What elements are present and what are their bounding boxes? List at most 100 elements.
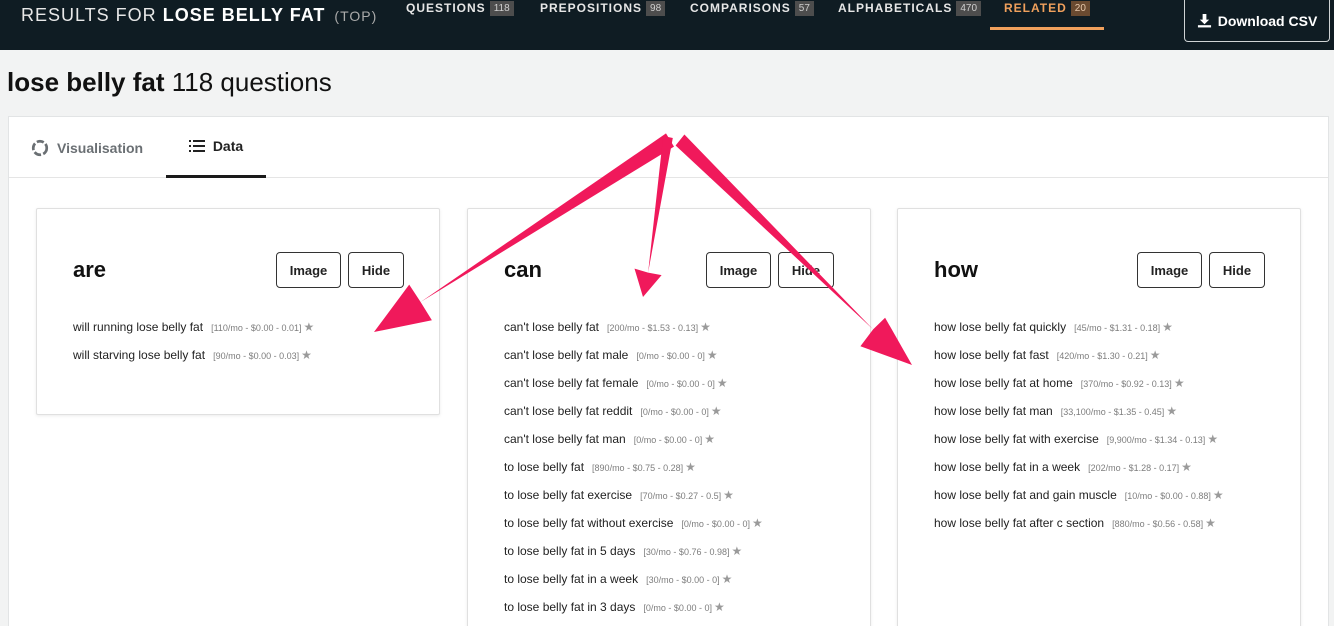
donut-chart-icon: [31, 139, 49, 156]
tab-label: Data: [212, 138, 244, 154]
star-icon[interactable]: ★: [1162, 320, 1173, 334]
list-item[interactable]: how lose belly fat with exercise [9,900/m…: [934, 429, 1234, 451]
star-icon[interactable]: ★: [717, 376, 728, 390]
list-item[interactable]: to lose belly fat exercise [70/mo - $0.27…: [504, 485, 804, 507]
question-metrics: [45/mo - $1.31 - 0.18]: [1074, 323, 1161, 333]
count-badge: 470: [956, 1, 982, 16]
list-item[interactable]: can't lose belly fat man [0/mo - $0.00 - …: [504, 429, 804, 451]
question-metrics: [890/mo - $0.75 - 0.28]: [592, 463, 684, 473]
star-icon[interactable]: ★: [1205, 516, 1216, 530]
star-icon[interactable]: ★: [1150, 348, 1161, 362]
list-item[interactable]: will starving lose belly fat [90/mo - $0.…: [73, 345, 373, 367]
nav-tab-questions[interactable]: QUESTIONS 118: [406, 0, 514, 30]
question-text: how lose belly fat man: [934, 404, 1053, 418]
star-icon[interactable]: ★: [303, 320, 314, 334]
image-button[interactable]: Image: [276, 252, 341, 288]
list-item[interactable]: can't lose belly fat female [0/mo - $0.00…: [504, 373, 804, 395]
list-item[interactable]: how lose belly fat in a week [202/mo - $1…: [934, 457, 1234, 479]
star-icon[interactable]: ★: [1181, 460, 1192, 474]
tab-label: Visualisation: [57, 139, 144, 156]
star-icon[interactable]: ★: [731, 544, 742, 558]
star-icon[interactable]: ★: [1174, 376, 1185, 390]
question-metrics: [0/mo - $0.00 - 0]: [636, 351, 705, 361]
nav-tab-alphabeticals[interactable]: ALPHABETICALS 470: [838, 0, 982, 30]
list-item[interactable]: to lose belly fat in a week [30/mo - $0.0…: [504, 569, 804, 591]
question-text: to lose belly fat without exercise: [504, 516, 674, 530]
download-csv-label: Download CSV: [1217, 12, 1318, 29]
question-text: can't lose belly fat female: [504, 376, 639, 390]
question-text: will running lose belly fat: [73, 320, 204, 334]
results-title: RESULTS FOR LOSE BELLY FAT (TOP): [21, 5, 377, 26]
image-button[interactable]: Image: [706, 252, 771, 288]
list-item[interactable]: to lose belly fat in 3 days [0/mo - $0.00…: [504, 597, 804, 619]
question-metrics: [200/mo - $1.53 - 0.13]: [607, 323, 699, 333]
question-text: can't lose belly fat man: [504, 432, 626, 446]
list-item[interactable]: can't lose belly fat reddit [0/mo - $0.00…: [504, 401, 804, 423]
list-item[interactable]: how lose belly fat man [33,100/mo - $1.35…: [934, 401, 1234, 423]
star-icon[interactable]: ★: [301, 348, 312, 362]
nav-tab-label: COMPARISONS: [690, 1, 791, 15]
list-item[interactable]: can't lose belly fat male [0/mo - $0.00 -…: [504, 345, 804, 367]
question-metrics: [880/mo - $0.56 - 0.58]: [1112, 519, 1204, 529]
list-item[interactable]: how lose belly fat after c section [880/m…: [934, 513, 1234, 535]
star-icon[interactable]: ★: [1207, 432, 1218, 446]
card-how: how Image Hide how lose belly fat quickl…: [897, 208, 1301, 626]
star-icon[interactable]: ★: [752, 516, 763, 530]
page-title: lose belly fat 118 questions: [7, 67, 332, 98]
question-text: how lose belly fat in a week: [934, 460, 1081, 474]
list-item[interactable]: to lose belly fat in 5 days [30/mo - $0.7…: [504, 541, 804, 563]
question-text: to lose belly fat in 5 days: [504, 544, 636, 558]
question-text: how lose belly fat at home: [934, 376, 1073, 390]
list-item[interactable]: can't lose belly fat [200/mo - $1.53 - 0.…: [504, 317, 804, 339]
star-icon[interactable]: ★: [700, 320, 711, 334]
card-title: can: [504, 257, 542, 282]
hide-button[interactable]: Hide: [348, 252, 404, 288]
top-bar: RESULTS FOR LOSE BELLY FAT (TOP) QUESTIO…: [0, 0, 1334, 50]
list-item[interactable]: will running lose belly fat [110/mo - $0.…: [73, 317, 373, 339]
star-icon[interactable]: ★: [722, 572, 733, 586]
nav-tab-prepositions[interactable]: PREPOSITIONS 98: [540, 0, 666, 30]
question-metrics: [0/mo - $0.00 - 0]: [646, 379, 715, 389]
results-mode: (TOP): [334, 8, 378, 24]
question-metrics: [10/mo - $0.00 - 0.88]: [1124, 491, 1211, 501]
question-metrics: [0/mo - $0.00 - 0]: [640, 407, 709, 417]
question-text: can't lose belly fat reddit: [504, 404, 633, 418]
question-text: to lose belly fat: [504, 460, 585, 474]
star-icon[interactable]: ★: [714, 600, 725, 614]
list-item[interactable]: to lose belly fat [890/mo - $0.75 - 0.28]…: [504, 457, 804, 479]
list-item[interactable]: how lose belly fat fast [420/mo - $1.30 -…: [934, 345, 1234, 367]
question-list: can't lose belly fat [200/mo - $1.53 - 0.…: [504, 317, 804, 625]
tab-data[interactable]: Data: [166, 117, 266, 178]
list-item[interactable]: how lose belly fat at home [370/mo - $0.9…: [934, 373, 1234, 395]
image-button[interactable]: Image: [1137, 252, 1202, 288]
star-icon[interactable]: ★: [704, 432, 715, 446]
question-metrics: [370/mo - $0.92 - 0.13]: [1080, 379, 1172, 389]
question-text: to lose belly fat in a week: [504, 572, 639, 586]
star-icon[interactable]: ★: [685, 460, 696, 474]
question-metrics: [0/mo - $0.00 - 0]: [633, 435, 703, 445]
question-metrics: [30/mo - $0.76 - 0.98]: [643, 547, 730, 557]
list-item[interactable]: to lose belly fat without exercise [0/mo …: [504, 513, 804, 535]
question-text: can't lose belly fat male: [504, 348, 629, 362]
question-text: how lose belly fat and gain muscle: [934, 488, 1117, 502]
question-metrics: [90/mo - $0.00 - 0.03]: [213, 351, 300, 361]
question-metrics: [0/mo - $0.00 - 0]: [643, 603, 712, 613]
list-item[interactable]: how lose belly fat quickly [45/mo - $1.31…: [934, 317, 1234, 339]
list-item[interactable]: how lose belly fat and gain muscle [10/mo…: [934, 485, 1234, 507]
star-icon[interactable]: ★: [1213, 488, 1224, 502]
download-csv-button[interactable]: Download CSV: [1184, 0, 1330, 42]
question-text: to lose belly fat exercise: [504, 488, 633, 502]
question-metrics: [110/mo - $0.00 - 0.01]: [211, 323, 302, 333]
hide-button[interactable]: Hide: [1209, 252, 1265, 288]
star-icon[interactable]: ★: [723, 488, 734, 502]
nav-tab-label: PREPOSITIONS: [540, 1, 643, 15]
star-icon[interactable]: ★: [711, 404, 722, 418]
star-icon[interactable]: ★: [707, 348, 718, 362]
nav-tab-label: ALPHABETICALS: [838, 1, 953, 15]
nav-tab-related[interactable]: RELATED 20: [990, 0, 1104, 30]
tab-visualisation[interactable]: Visualisation: [31, 117, 143, 178]
nav-tab-comparisons[interactable]: COMPARISONS 57: [690, 0, 814, 30]
count-badge: 98: [646, 1, 666, 16]
hide-button[interactable]: Hide: [778, 252, 834, 288]
star-icon[interactable]: ★: [1166, 404, 1177, 418]
